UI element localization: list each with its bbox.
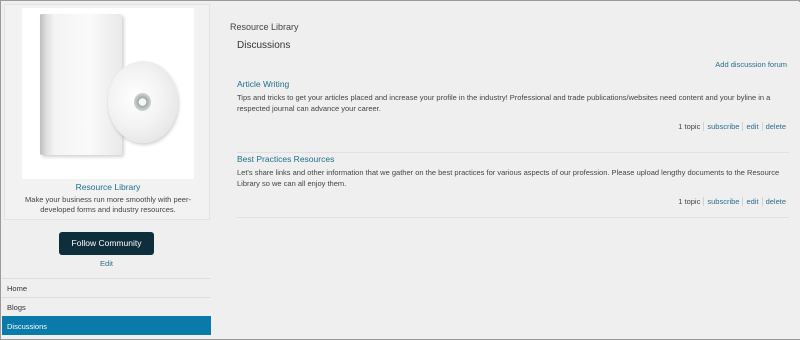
forum-actions: 1 topic subscribe edit delete [237,122,789,131]
forum-item: Article Writing Tips and tricks to get y… [237,79,789,153]
subscribe-link[interactable]: subscribe [703,122,743,131]
forum-actions: 1 topic subscribe edit delete [237,197,789,206]
page-title: Discussions [237,40,291,51]
follow-community-button[interactable]: Follow Community [59,232,154,255]
community-title-link[interactable]: Resource Library [5,182,211,192]
topic-count[interactable]: 1 topic [675,197,703,206]
dvd-case-illustration [40,14,122,155]
delete-link[interactable]: delete [761,197,789,206]
community-image [22,8,194,179]
sidebar: Resource Library Make your business run … [2,2,211,339]
sidebar-item-blogs[interactable]: Blogs [2,297,211,316]
sidebar-nav: Home Blogs Discussions [2,278,211,335]
sidebar-item-home[interactable]: Home [2,278,211,297]
edit-community-link[interactable]: Edit [2,259,211,268]
edit-link[interactable]: edit [742,122,762,131]
window-frame: Resource Library Make your business run … [0,0,800,340]
forum-item: Best Practices Resources Let's share lin… [237,154,789,218]
delete-link[interactable]: delete [761,122,789,131]
disc-illustration [108,61,178,143]
edit-link[interactable]: edit [742,197,762,206]
add-discussion-forum-link[interactable]: Add discussion forum [715,60,787,69]
dvd-case-spine [40,14,47,155]
sidebar-item-discussions[interactable]: Discussions [2,316,211,335]
community-card: Resource Library Make your business run … [4,4,210,220]
subscribe-link[interactable]: subscribe [703,197,743,206]
topic-count[interactable]: 1 topic [675,122,703,131]
forum-title-link[interactable]: Article Writing [237,79,789,89]
forum-title-link[interactable]: Best Practices Resources [237,154,789,164]
forum-description: Let's share links and other information … [237,168,780,188]
disc-hole [134,93,151,111]
community-description: Make your business run more smoothly wit… [25,195,191,214]
forum-description: Tips and tricks to get your articles pla… [237,93,771,113]
main-content: Resource Library Discussions Add discuss… [211,2,800,339]
breadcrumb: Resource Library [230,22,299,32]
